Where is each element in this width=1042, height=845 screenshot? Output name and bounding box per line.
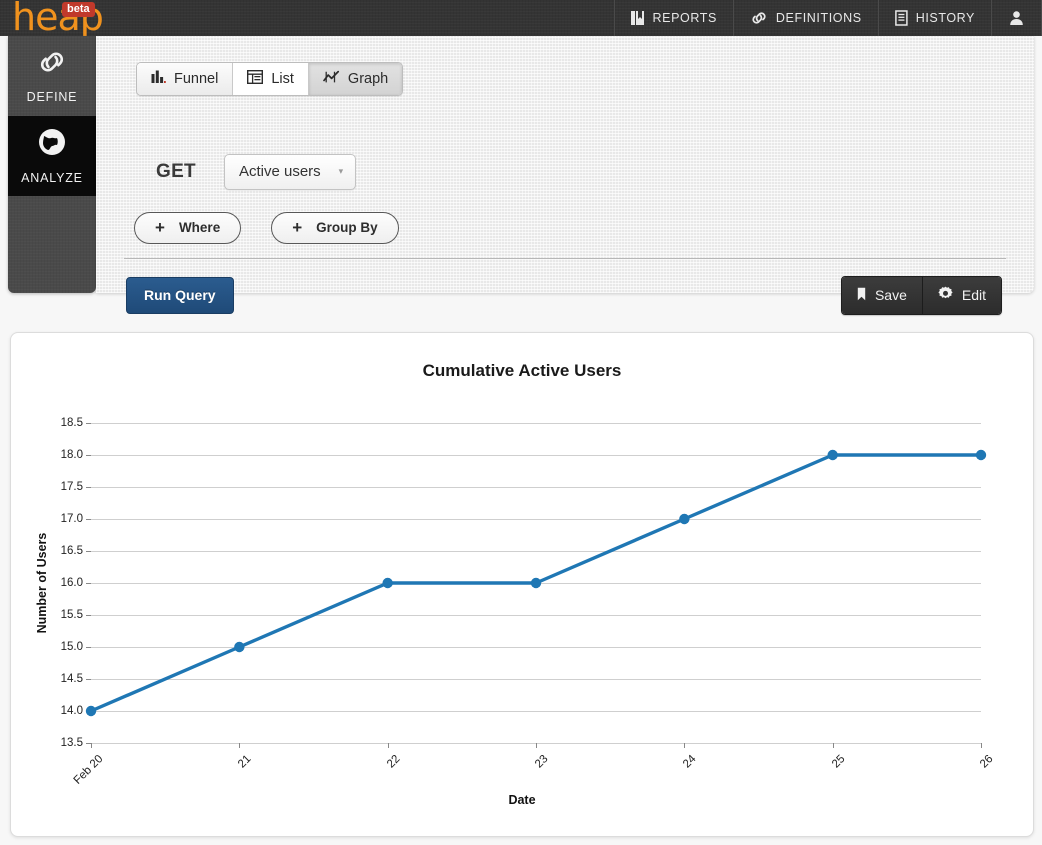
tab-label-list: List [271, 71, 294, 87]
where-button-label: Where [178, 220, 221, 235]
nav-item-account[interactable] [991, 0, 1042, 36]
plus-icon: + [292, 218, 303, 237]
sidebar-label-define: DEFINE [26, 90, 78, 104]
chart-y-tick-label: 17.5 [60, 481, 83, 493]
app-logo[interactable]: heap beta [0, 0, 104, 39]
save-button[interactable]: Save [841, 277, 923, 314]
chart-x-tick-label: 22 [384, 753, 403, 771]
chart-x-tick-label: 23 [532, 753, 551, 771]
table-list-icon [247, 69, 264, 88]
chart-data-point[interactable] [679, 513, 690, 525]
chart-x-tick-mark [239, 743, 241, 748]
sidebar-item-analyze[interactable]: ANALYZE [8, 116, 96, 196]
chart-y-tick-label: 14.0 [60, 705, 83, 717]
user-account-icon [1009, 10, 1024, 26]
view-mode-tabs: Funnel List Graph [136, 62, 404, 96]
chart-data-point[interactable] [530, 577, 542, 589]
chart-y-tick-label: 17.0 [60, 513, 83, 525]
nav-label-history: HISTORY [915, 11, 975, 25]
chart-series-svg [85, 449, 987, 717]
chart-y-tick-label: 15.0 [60, 641, 83, 653]
chevron-down-icon: ▾ [338, 166, 344, 176]
bookmark-icon [857, 287, 866, 304]
metric-row: GET Active users ▾ [156, 154, 357, 190]
chart-x-tick-mark [536, 743, 537, 748]
chart-x-tick-label: Feb 20 [71, 753, 106, 787]
run-query-button[interactable]: Run Query [126, 277, 234, 314]
chart-data-point[interactable] [827, 449, 838, 461]
reports-book-icon [630, 10, 645, 26]
tab-label-graph: Graph [347, 71, 389, 87]
chart-x-tick-mark [91, 743, 92, 748]
left-sidebar: DEFINE ANALYZE [8, 36, 96, 293]
chart-title: Cumulative Active Users [422, 361, 622, 380]
nav-item-history[interactable]: HISTORY [877, 0, 991, 36]
get-label: GET [156, 161, 196, 182]
save-button-label: Save [874, 287, 907, 303]
panel-divider [124, 258, 1006, 259]
top-bar: heap beta REPORTS DEFINITIONS HISTORY [0, 0, 1042, 39]
chart-data-point[interactable] [382, 577, 393, 589]
save-edit-button-group: Save Edit [840, 276, 1002, 315]
edit-button-label: Edit [961, 287, 986, 303]
sidebar-label-analyze: ANALYZE [21, 171, 83, 185]
chart-x-tick-mark [981, 743, 982, 748]
history-document-icon [894, 10, 908, 26]
filter-buttons: + Where + Group By [134, 212, 399, 244]
nav-item-definitions[interactable]: DEFINITIONS [732, 0, 878, 36]
top-nav: REPORTS DEFINITIONS HISTORY [613, 0, 1042, 36]
plus-icon: + [155, 218, 165, 237]
chart-data-point[interactable] [234, 641, 245, 653]
edit-button[interactable]: Edit [922, 277, 1001, 314]
group-by-button-label: Group By [316, 220, 378, 235]
add-where-button[interactable]: + Where [134, 212, 242, 244]
query-builder-panel: Funnel List Graph GET Active users ▾ + W… [96, 36, 1034, 315]
chart-data-point[interactable] [85, 705, 97, 717]
tab-list[interactable]: List [233, 63, 309, 95]
nav-item-reports[interactable]: REPORTS [613, 0, 733, 36]
metric-select-value: Active users [238, 163, 321, 180]
chart-plot-area: 18.5 18.0 17.5 17.0 16.5 16.0 15.5 15.0 14.5 14.0… [61, 417, 996, 787]
bar-chart-icon [151, 70, 166, 88]
chart-y-tick-label: 18.0 [60, 449, 83, 461]
chart-card: Cumulative Active Users Number of Users … [10, 332, 1034, 837]
chart-x-tick-mark [684, 743, 686, 748]
line-chart-icon [323, 70, 340, 88]
chart-y-tick-label: 15.5 [60, 609, 83, 621]
chart-y-tick-label: 16.0 [60, 577, 83, 589]
add-group-by-button[interactable]: + Group By [271, 212, 399, 244]
tab-label-funnel: Funnel [174, 71, 219, 87]
tab-funnel[interactable]: Funnel [137, 63, 234, 95]
tab-graph[interactable]: Graph [308, 63, 403, 95]
chart-y-tick-label: 14.5 [60, 673, 83, 685]
chart-x-tick-label: 21 [236, 753, 254, 771]
chart-data-point[interactable] [975, 449, 987, 461]
globe-icon [37, 127, 67, 162]
chart-x-axis-label: Date [508, 793, 536, 807]
chart-y-axis-label: Number of Users [35, 532, 49, 634]
chart-x-tick-label: 24 [681, 753, 699, 771]
chart-x-tick-mark [832, 743, 834, 748]
chart-y-tick-label: 13.5 [60, 737, 83, 749]
metric-select[interactable]: Active users ▾ [223, 154, 357, 190]
chart-x-tick-label: 25 [829, 753, 848, 771]
link-chain-icon [750, 10, 768, 26]
nav-label-definitions: DEFINITIONS [775, 11, 862, 25]
chart-y-tick-label: 18.5 [60, 417, 83, 429]
nav-label-reports: REPORTS [652, 11, 717, 25]
chart-y-tick-label: 16.5 [60, 545, 83, 557]
gear-icon [938, 286, 953, 304]
beta-badge: beta [62, 2, 95, 18]
chart-x-tick-mark [387, 743, 389, 748]
chart-x-tick-label: 26 [977, 753, 996, 771]
sidebar-item-define[interactable]: DEFINE [8, 36, 96, 116]
link-chain-icon [36, 48, 68, 81]
